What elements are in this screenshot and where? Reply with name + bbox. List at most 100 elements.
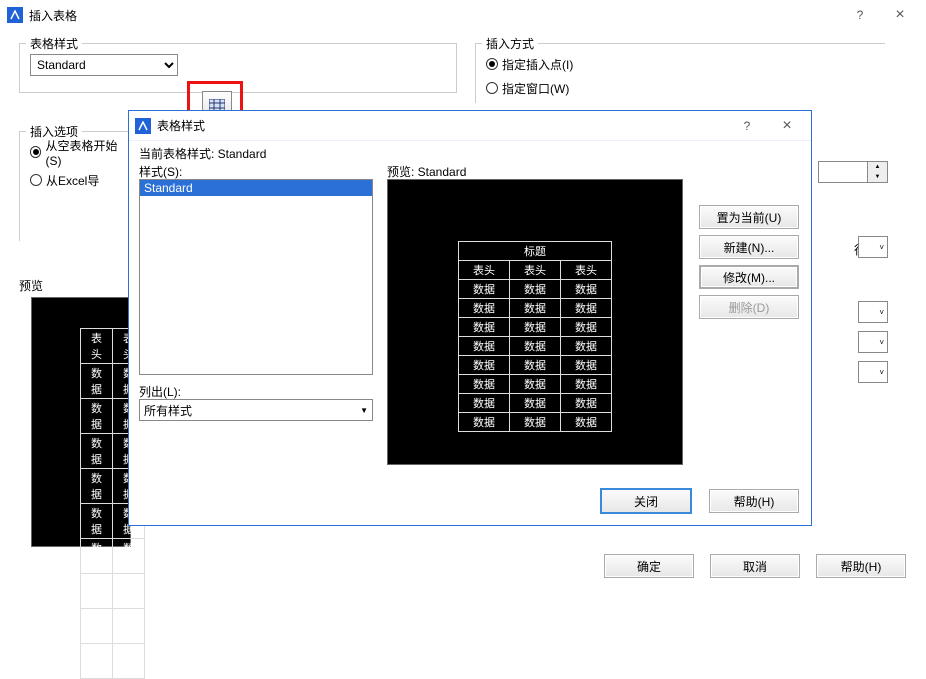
rows-spinner[interactable]: ▲▼ [818,161,888,183]
preview-data-cell: 数据 [561,355,612,374]
radio-insert-point[interactable]: 指定插入点(I) [486,54,875,74]
preview-data-cell: 数据 [81,644,113,679]
radio-label: 从Excel导 [46,172,99,189]
preview-data-cell: 数据 [561,412,612,431]
dropdown-d[interactable]: ˅ [858,361,888,383]
preview-data-cell: 数据 [81,609,113,644]
preview-data-cell: 数据 [561,298,612,317]
preview-data-cell: 数据 [561,393,612,412]
preview-data-cell: 数据 [81,364,113,399]
radio-icon [30,174,42,186]
spinner-buttons[interactable]: ▲▼ [867,162,887,182]
preview-data-cell: 数据 [81,539,113,574]
app-logo-icon [135,118,151,134]
modal-help-button[interactable]: ? [727,114,767,138]
preview-data-cell: 数据 [510,336,561,355]
radio-insert-window[interactable]: 指定窗口(W) [486,78,875,98]
preview-data-cell: 数据 [459,298,510,317]
rows-input[interactable] [819,162,867,182]
radio-label: 指定窗口(W) [502,80,569,97]
listout-value: 所有样式 [144,402,192,419]
modal-preview-label: 预览: Standard [387,163,466,180]
group-insert-options-legend: 插入选项 [26,123,82,140]
list-item[interactable]: Standard [140,180,372,196]
listout-dropdown[interactable]: 所有样式 ▼ [139,399,373,421]
window-title: 插入表格 [29,7,840,24]
preview-data-cell: 数据 [81,504,113,539]
preview-title: 标题 [459,241,612,260]
preview-data-cell: 数据 [510,412,561,431]
set-current-button[interactable]: 置为当前(U) [699,205,799,229]
preview-header-cell: 表头 [459,260,510,279]
help-button[interactable]: ? [840,3,880,27]
preview-data-cell: 数据 [459,317,510,336]
preview-data-cell: 数据 [81,469,113,504]
preview-data-cell: 数据 [561,374,612,393]
outer-preview-label: 预览 [19,277,43,294]
ok-button[interactable]: 确定 [604,554,694,578]
preview-data-cell: 数据 [459,393,510,412]
preview-data-cell: 数据 [113,539,145,574]
outer-preview-area: 表头表头数据数据数据数据数据数据数据数据数据数据数据数据数据数据数据数据数据数据 [31,297,131,547]
styles-listbox[interactable]: Standard [139,179,373,375]
titlebar: 插入表格 ? × [1,1,924,29]
preview-data-cell: 数据 [459,279,510,298]
group-insert-mode-legend: 插入方式 [482,35,538,52]
modal-body: 当前表格样式: Standard 样式(S): Standard 列出(L): … [129,141,811,525]
preview-data-cell: 数据 [510,317,561,336]
preview-header-cell: 表头 [510,260,561,279]
radio-icon [486,58,498,70]
table-style-dialog: 表格样式 ? × 当前表格样式: Standard 样式(S): Standar… [128,110,812,526]
preview-data-cell: 数据 [561,336,612,355]
preview-data-cell: 数据 [113,609,145,644]
preview-header-cell: 表头 [561,260,612,279]
outer-dialog-buttons: 确定 取消 帮助(H) [604,554,906,578]
current-style-label: 当前表格样式: Standard [139,145,266,162]
app-logo-icon [7,7,23,23]
help-button[interactable]: 帮助(H) [816,554,906,578]
dropdown-a[interactable]: ˅ [858,236,888,258]
modal-preview-table: 标题表头表头表头数据数据数据数据数据数据数据数据数据数据数据数据数据数据数据数据… [458,241,612,432]
group-table-style-legend: 表格样式 [26,35,82,52]
preview-data-cell: 数据 [81,574,113,609]
group-insert-mode: 插入方式 指定插入点(I) 指定窗口(W) [475,43,885,103]
cancel-button[interactable]: 取消 [710,554,800,578]
modify-style-button[interactable]: 修改(M)... [699,265,799,289]
preview-data-cell: 数据 [561,279,612,298]
modal-titlebar: 表格样式 ? × [129,111,811,141]
preview-data-cell: 数据 [459,336,510,355]
preview-data-cell: 数据 [510,393,561,412]
radio-icon [30,146,41,158]
radio-icon [486,82,498,94]
preview-data-cell: 数据 [81,399,113,434]
listout-label: 列出(L): [139,383,181,400]
radio-from-excel[interactable]: 从Excel导 [30,170,129,190]
rows-spinner-row: ▲▼ [818,161,888,183]
modal-close-btn[interactable]: 关闭 [601,489,691,513]
delete-style-button: 删除(D) [699,295,799,319]
preview-data-cell: 数据 [459,412,510,431]
modal-side-buttons: 置为当前(U) 新建(N)... 修改(M)... 删除(D) [699,205,799,319]
radio-label: 指定插入点(I) [502,56,573,73]
group-insert-options: 插入选项 从空表格开始(S) 从Excel导 [19,131,139,241]
dropdown-c[interactable]: ˅ [858,331,888,353]
preview-data-cell: 数据 [510,298,561,317]
style-select[interactable]: Standard [30,54,178,76]
radio-label: 从空表格开始(S) [45,137,129,168]
chevron-down-icon: ▼ [360,406,368,415]
radio-from-blank[interactable]: 从空表格开始(S) [30,142,129,162]
modal-close-button[interactable]: × [767,114,807,138]
preview-data-cell: 数据 [510,279,561,298]
modal-title: 表格样式 [157,117,727,134]
modal-help-btn[interactable]: 帮助(H) [709,489,799,513]
preview-header-cell: 表头 [81,329,113,364]
preview-data-cell: 数据 [510,355,561,374]
preview-data-cell: 数据 [459,355,510,374]
preview-data-cell: 数据 [113,644,145,679]
close-button[interactable]: × [880,3,920,27]
styles-label: 样式(S): [139,163,182,180]
dropdown-b[interactable]: ˅ [858,301,888,323]
preview-data-cell: 数据 [459,374,510,393]
new-style-button[interactable]: 新建(N)... [699,235,799,259]
modal-bottom-buttons: 关闭 帮助(H) [601,489,799,513]
